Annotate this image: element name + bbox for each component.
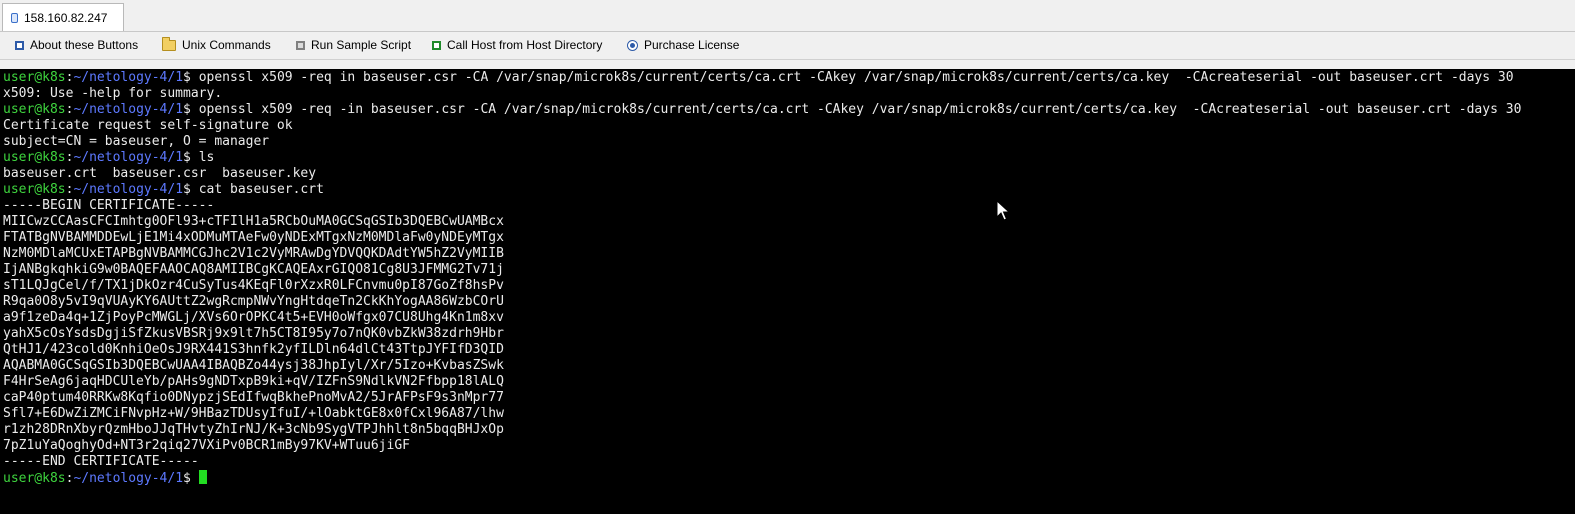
terminal-cursor	[198, 470, 207, 484]
output-text: sT1LQJgCel/f/TX1jDkOzr4CuSyTus4KEqFl0rXz…	[3, 278, 504, 293]
terminal-line: caP40ptum40RRKw8Kqfio0DNypzjSEdIfwqBkheP…	[3, 390, 1567, 406]
terminal-line: user@k8s:~/netology-4/1$ openssl x509 -r…	[3, 102, 1567, 118]
terminal-line: user@k8s:~/netology-4/1$ cat baseuser.cr…	[3, 182, 1567, 198]
terminal-output: user@k8s:~/netology-4/1$ openssl x509 -r…	[0, 69, 1567, 486]
radio-icon	[627, 39, 638, 51]
tab-bar: 158.160.82.247	[0, 0, 1575, 32]
output-text: x509: Use -help for summary.	[3, 86, 223, 101]
output-text: Certificate request self-signature ok	[3, 118, 293, 133]
command-text: ls	[198, 150, 215, 165]
prompt-path: ~/netology-4/1	[73, 70, 184, 85]
terminal-line: user@k8s:~/netology-4/1$ openssl x509 -r…	[3, 70, 1567, 86]
terminal-line: FTATBgNVBAMMDDEwLjE1Mi4xODMuMTAeFw0yNDEx…	[3, 230, 1567, 246]
tab-title: 158.160.82.247	[24, 10, 108, 25]
terminal-line: sT1LQJgCel/f/TX1jDkOzr4CuSyTus4KEqFl0rXz…	[3, 278, 1567, 294]
terminal-screen[interactable]: user@k8s:~/netology-4/1$ openssl x509 -r…	[0, 69, 1567, 514]
prompt-symbol: $	[183, 182, 199, 197]
terminal-line: subject=CN = baseuser, O = manager	[3, 134, 1567, 150]
call-host-button[interactable]: Call Host from Host Directory	[432, 38, 602, 52]
output-text: 7pZ1uYaQoghyOd+NT3r2qiq27VXiPv0BCR1mBy97…	[3, 438, 410, 453]
output-text: subject=CN = baseuser, O = manager	[3, 134, 270, 149]
output-text: yahX5cOsYsdsDgjiSfZkusVBSRj9x9lt7h5CT8I9…	[3, 326, 504, 341]
prompt-symbol: $	[183, 471, 199, 486]
unix-commands-label: Unix Commands	[182, 38, 271, 52]
output-text: MIICwzCCAasCFCImhtg0OFl93+cTFIlH1a5RCbOu…	[3, 214, 504, 229]
terminal-line: baseuser.crt baseuser.csr baseuser.key	[3, 166, 1567, 182]
prompt-user: user@k8s	[3, 471, 66, 486]
unix-commands-button[interactable]: Unix Commands	[162, 36, 271, 52]
command-text: cat baseuser.crt	[198, 182, 324, 197]
command-text: openssl x509 -req -in baseuser.csr -CA /…	[198, 102, 1522, 117]
terminal-line: MIICwzCCAasCFCImhtg0OFl93+cTFIlH1a5RCbOu…	[3, 214, 1567, 230]
terminal-line: Sfl7+E6DwZiZMCiFNvpHz+W/9HBazTDUsyIfuI/+…	[3, 406, 1567, 422]
terminal-line: user@k8s:~/netology-4/1$ ls	[3, 150, 1567, 166]
output-text: QtHJ1/423cold0KnhiOeOsJ9RX441S3hnfk2yfIL…	[3, 342, 504, 357]
prompt-user: user@k8s	[3, 182, 66, 197]
terminal-line: r1zh28DRnXbyrQzmHboJJqTHvtyZhIrNJ/K+3cNb…	[3, 422, 1567, 438]
run-sample-script-button[interactable]: Run Sample Script	[296, 38, 411, 52]
output-text: a9f1zeDa4q+1ZjPoyPcMWGLj/XVs6OrOPKC4t5+E…	[3, 310, 504, 325]
output-text: caP40ptum40RRKw8Kqfio0DNypzjSEdIfwqBkheP…	[3, 390, 504, 405]
call-host-label: Call Host from Host Directory	[447, 38, 603, 52]
prompt-user: user@k8s	[3, 70, 66, 85]
output-text: baseuser.crt baseuser.csr baseuser.key	[3, 166, 317, 181]
prompt-symbol: $	[183, 70, 199, 85]
prompt-symbol: $	[183, 150, 199, 165]
terminal-line: Certificate request self-signature ok	[3, 118, 1567, 134]
terminal-line: -----END CERTIFICATE-----	[3, 454, 1567, 470]
terminal-line: QtHJ1/423cold0KnhiOeOsJ9RX441S3hnfk2yfIL…	[3, 342, 1567, 358]
terminal-scrollbar[interactable]	[1567, 69, 1575, 514]
prompt-path: ~/netology-4/1	[73, 182, 184, 197]
terminal-line: a9f1zeDa4q+1ZjPoyPcMWGLj/XVs6OrOPKC4t5+E…	[3, 310, 1567, 326]
purchase-license-label: Purchase License	[644, 38, 740, 52]
terminal-line: IjANBgkqhkiG9w0BAQEFAAOCAQ8AMIIBCgKCAQEA…	[3, 262, 1567, 278]
mouse-pointer-icon	[996, 200, 1010, 221]
output-text: NzM0MDlaMCUxETAPBgNVBAMMCGJhc2V1c2VyMRAw…	[3, 246, 504, 261]
tab-session[interactable]: 158.160.82.247	[2, 3, 124, 31]
session-icon	[11, 12, 18, 23]
output-text: F4HrSeAg6jaqHDCUleYb/pAHs9gNDTxpB9ki+qV/…	[3, 374, 504, 389]
prompt-user: user@k8s	[3, 102, 66, 117]
square-blue-icon	[15, 40, 24, 50]
terminal-line: R9qa0O8y5vI9qVUAyKY6AUttZ2wgRcmpNWvYngHt…	[3, 294, 1567, 310]
about-buttons-label: About these Buttons	[30, 38, 139, 52]
terminal-line: AQABMA0GCSqGSIb3DQEBCwUAA4IBAQBZo44ysj38…	[3, 358, 1567, 374]
prompt-path: ~/netology-4/1	[73, 471, 184, 486]
terminal-line: NzM0MDlaMCUxETAPBgNVBAMMCGJhc2V1c2VyMRAw…	[3, 246, 1567, 262]
terminal-line: user@k8s:~/netology-4/1$	[3, 470, 1567, 486]
terminal-line: F4HrSeAg6jaqHDCUleYb/pAHs9gNDTxpB9ki+qV/…	[3, 374, 1567, 390]
command-text: openssl x509 -req in baseuser.csr -CA /v…	[198, 70, 1514, 85]
about-buttons-button[interactable]: About these Buttons	[15, 38, 138, 52]
prompt-symbol: $	[183, 102, 199, 117]
prompt-user: user@k8s	[3, 150, 66, 165]
terminal-line: -----BEGIN CERTIFICATE-----	[3, 198, 1567, 214]
output-text: AQABMA0GCSqGSIb3DQEBCwUAA4IBAQBZo44ysj38…	[3, 358, 504, 373]
purchase-license-button[interactable]: Purchase License	[627, 38, 739, 52]
square-green-icon	[432, 40, 441, 50]
terminal-line: 7pZ1uYaQoghyOd+NT3r2qiq27VXiPv0BCR1mBy97…	[3, 438, 1567, 454]
prompt-path: ~/netology-4/1	[73, 102, 184, 117]
button-bar: About these Buttons Unix Commands Run Sa…	[0, 32, 1575, 60]
output-text: -----END CERTIFICATE-----	[3, 454, 199, 469]
output-text: r1zh28DRnXbyrQzmHboJJqTHvtyZhIrNJ/K+3cNb…	[3, 422, 504, 437]
terminal-line: yahX5cOsYsdsDgjiSfZkusVBSRj9x9lt7h5CT8I9…	[3, 326, 1567, 342]
output-text: FTATBgNVBAMMDDEwLjE1Mi4xODMuMTAeFw0yNDEx…	[3, 230, 504, 245]
terminal-line: x509: Use -help for summary.	[3, 86, 1567, 102]
square-gray-icon	[296, 40, 305, 50]
output-text: Sfl7+E6DwZiZMCiFNvpHz+W/9HBazTDUsyIfuI/+…	[3, 406, 504, 421]
folder-icon	[162, 36, 176, 51]
output-text: -----BEGIN CERTIFICATE-----	[3, 198, 215, 213]
prompt-path: ~/netology-4/1	[73, 150, 184, 165]
output-text: IjANBgkqhkiG9w0BAQEFAAOCAQ8AMIIBCgKCAQEA…	[3, 262, 504, 277]
output-text: R9qa0O8y5vI9qVUAyKY6AUttZ2wgRcmpNWvYngHt…	[3, 294, 504, 309]
run-sample-script-label: Run Sample Script	[311, 38, 412, 52]
